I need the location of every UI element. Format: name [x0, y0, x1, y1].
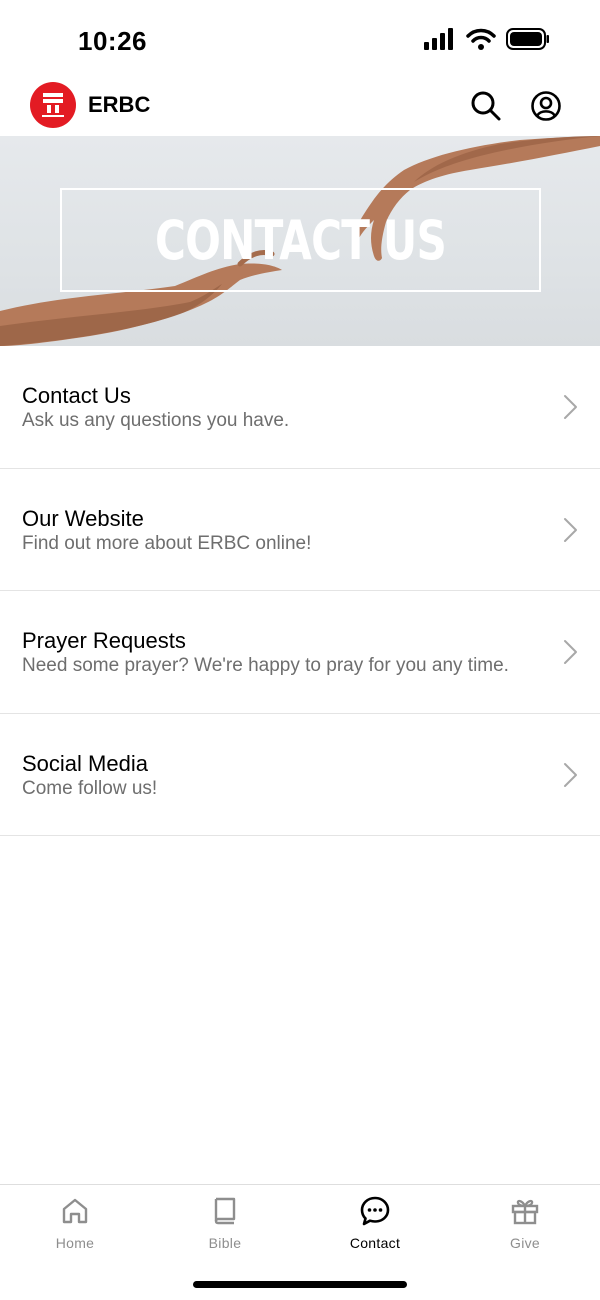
wifi-icon — [466, 28, 496, 50]
signal-icon — [424, 28, 453, 50]
home-icon — [62, 1198, 88, 1224]
search-icon[interactable] — [470, 90, 502, 122]
tab-give[interactable]: Give — [450, 1195, 600, 1259]
banner-title: CONTACT US — [154, 208, 447, 272]
list-item-subtitle: Ask us any questions you have. — [22, 410, 290, 431]
app-header: ERBC — [0, 78, 600, 136]
tab-bar: Home Bible Contact Give — [0, 1184, 600, 1300]
list-item-social-media[interactable]: Social Media Come follow us! — [0, 714, 600, 836]
status-bar: 10:26 — [0, 0, 600, 78]
tab-home[interactable]: Home — [0, 1195, 150, 1259]
chat-bubble-icon — [360, 1196, 390, 1226]
list-item-our-website[interactable]: Our Website Find out more about ERBC onl… — [0, 469, 600, 591]
contact-banner: CONTACT US — [0, 136, 600, 346]
list-item-subtitle: Need some prayer? We're happy to pray fo… — [22, 655, 509, 676]
list-item-title: Social Media — [22, 750, 148, 776]
book-icon — [214, 1197, 236, 1225]
list-item-subtitle: Find out more about ERBC online! — [22, 532, 312, 554]
tab-label: Give — [510, 1235, 540, 1251]
list-item-title: Our Website — [22, 505, 144, 531]
app-title: ERBC — [88, 92, 151, 117]
status-icons — [424, 28, 550, 50]
battery-icon — [506, 28, 549, 50]
gift-icon — [511, 1199, 539, 1225]
status-time: 10:26 — [78, 26, 147, 56]
list-item-title: Contact Us — [22, 383, 131, 408]
contact-options-list: Contact Us Ask us any questions you have… — [0, 346, 600, 836]
list-item-subtitle: Come follow us! — [22, 777, 158, 799]
chevron-right-icon — [564, 762, 577, 787]
list-item-title: Prayer Requests — [22, 628, 186, 653]
list-item-prayer-requests[interactable]: Prayer Requests Need some prayer? We're … — [0, 591, 600, 714]
home-indicator[interactable] — [193, 1281, 407, 1288]
chevron-right-icon — [564, 517, 577, 542]
logo-mark — [42, 93, 64, 117]
church-logo-icon[interactable] — [30, 82, 76, 128]
tab-label: Home — [55, 1235, 95, 1251]
chevron-right-icon — [564, 640, 577, 664]
list-item-contact-us[interactable]: Contact Us Ask us any questions you have… — [0, 346, 600, 469]
tab-bible[interactable]: Bible — [150, 1195, 300, 1259]
account-icon[interactable] — [530, 90, 562, 122]
chevron-right-icon — [564, 395, 577, 419]
tab-label: Bible — [208, 1235, 242, 1251]
tab-contact[interactable]: Contact — [300, 1195, 450, 1259]
tab-label: Contact — [349, 1235, 401, 1251]
